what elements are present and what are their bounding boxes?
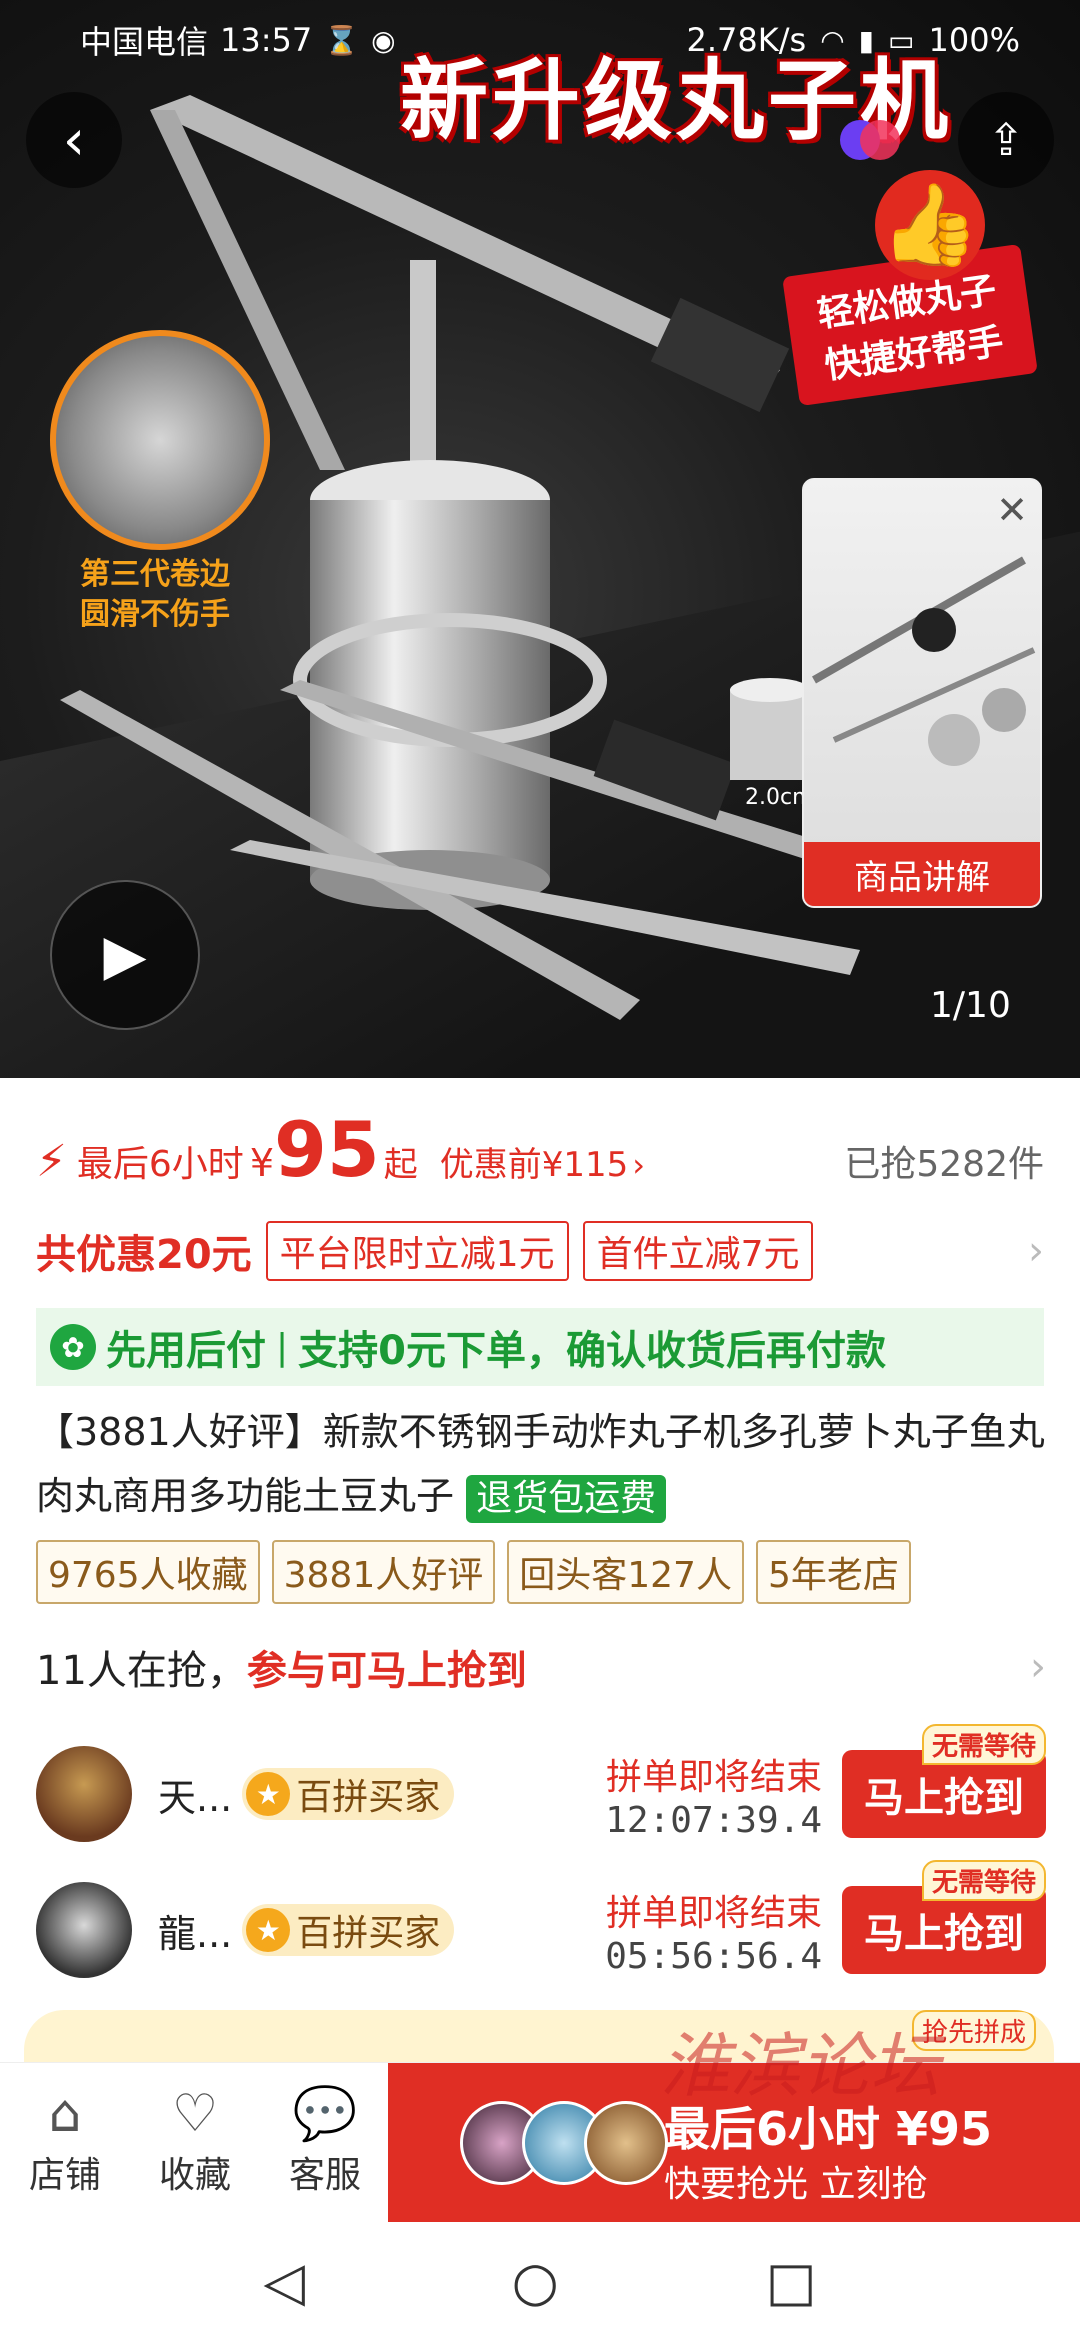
close-icon[interactable]: ✕ [996,488,1028,532]
avatar [36,1882,132,1978]
rim-zoom-caption: 第三代卷边 圆滑不伤手 [80,555,230,635]
price-row: ⚡ 最后6小时 ¥ 95 起 优惠前¥115 › 已抢5282件 [0,1112,1080,1202]
chat-icon: 💬 [292,2083,358,2144]
coupon-tag: 首件立减7元 [582,1221,814,1281]
no-wait-tag: 无需等待 [921,1860,1046,1901]
back-button[interactable]: ‹ [26,92,122,188]
service-label: 客服 [288,2154,361,2196]
nav-recents-icon[interactable]: □ [766,2250,817,2313]
network-speed: 2.78K/s [686,21,807,59]
tag-repeat-customers: 回头客127人 [507,1540,744,1604]
group-status: 拼单即将结束 05:56:56.4 [605,1884,822,1977]
customer-service-button[interactable]: 💬 客服 [260,2063,390,2222]
buy-urgency-label: 快要抢光 立刻抢 [664,2164,928,2205]
group-highlight: 参与可马上抢到 [246,1648,527,1694]
star-icon: ★ [246,1772,291,1816]
grab-now-button[interactable]: 无需等待 马上抢到 [842,1724,1046,1838]
chevron-right-icon: › [632,1146,646,1184]
product-explain-video[interactable]: ✕ 商品讲解 [802,478,1042,908]
pay-later-banner[interactable]: ✿ 先用后付 | 支持0元下单，确认收货后再付款 [36,1308,1044,1386]
group-count: 11人在抢， [36,1648,247,1694]
original-price[interactable]: 优惠前¥115 [440,1137,629,1186]
battery-level: 100% [928,21,1020,59]
price-prefix: 最后6小时 [76,1144,244,1185]
product-tags: 9765人收藏 3881人好评 回头客127人 5年老店 [36,1540,911,1604]
play-icon: ▶ [103,922,147,988]
favorite-label: 收藏 [158,2154,231,2196]
buyer-avatars [460,2101,668,2185]
no-wait-tag: 无需等待 [921,1724,1046,1765]
play-video-button[interactable]: ▶ [50,880,200,1030]
grab-now-label: 马上抢到 [864,1775,1024,1821]
live-icon[interactable] [830,100,910,180]
store-label: 店铺 [28,2154,101,2196]
share-button[interactable]: ⇪ [958,92,1054,188]
zoom-caption-line1: 第三代卷边 [80,557,230,592]
buyer-badge-label: 百拼买家 [296,1913,441,1954]
tag-good-reviews: 3881人好评 [271,1540,496,1604]
pay-later-desc: 支持0元下单，确认收货后再付款 [298,1328,886,1374]
zoom-caption-line2: 圆滑不伤手 [80,597,230,632]
product-title: 【3881人好评】新款不锈钢手动炸丸子机多孔萝卜丸子鱼丸肉丸商用多功能土豆丸子 … [36,1400,1046,1528]
carrier-label: 中国电信 [80,23,209,61]
avatar [36,1746,132,1842]
group-user-name: 龍... [158,1911,233,1956]
lightning-icon: ⚡ [36,1136,67,1187]
browser-icon: ◉ [371,23,396,57]
favorite-button[interactable]: ♡ 收藏 [130,2063,260,2222]
group-buy-header[interactable]: 11人在抢， 参与可马上抢到 › [36,1632,1046,1702]
buyer-badge: ★ 百拼买家 [242,1904,455,1956]
group-status-text: 拼单即将结束 [605,1892,822,1934]
rim-zoom-image [50,330,270,550]
status-bar: 中国电信 13:57 ⌛ ◉ 2.78K/s ◠ ▮ ▭ 100% [0,0,1080,80]
wifi-icon: ◠ [820,23,845,57]
price-value: 95 [274,1105,380,1194]
free-return-tag: 退货包运费 [466,1474,667,1523]
group-status-text: 拼单即将结束 [605,1756,822,1798]
store-button[interactable]: ⌂ 店铺 [0,2063,130,2222]
clock: 13:57 [220,21,313,59]
store-icon: ⌂ [48,2083,82,2144]
mini-video-thumbnail [812,556,1036,766]
discount-total: 共优惠20元 [36,1232,252,1278]
tag-favorites: 9765人收藏 [36,1540,260,1604]
group-countdown: 12:07:39.4 [605,1799,822,1841]
nav-home-icon[interactable]: ○ [512,2250,559,2313]
forum-watermark: 淮滨论坛 [660,2025,940,2107]
grab-now-button[interactable]: 无需等待 马上抢到 [842,1860,1046,1974]
pay-later-icon: ✿ [50,1324,96,1370]
group-status: 拼单即将结束 12:07:39.4 [605,1748,822,1841]
battery-icon: ▭ [888,23,915,57]
currency-symbol: ¥ [249,1141,274,1185]
hourglass-icon: ⌛ [324,23,360,57]
divider: | [276,1326,289,1368]
product-image-carousel[interactable]: 第三代卷边 圆滑不伤手 2.0cm 新升级丸子机 👍 轻松做丸子 快捷好帮手 中… [0,0,1080,1078]
chevron-left-icon: ‹ [62,107,86,173]
discount-row[interactable]: 共优惠20元 平台限时立减1元 首件立减7元 › [0,1218,1080,1284]
grab-now-label: 马上抢到 [864,1911,1024,1957]
heart-icon: ♡ [171,2083,219,2144]
system-nav-bar: ◁ ○ □ [0,2222,1080,2340]
image-page-counter: 1/10 [930,985,1011,1026]
sold-count: 已抢5282件 [844,1144,1044,1185]
signal-icon: ▮ [858,23,875,57]
product-explain-label: 商品讲解 [804,842,1040,906]
group-countdown: 05:56:56.4 [605,1935,822,1977]
pay-later-title: 先用后付 [106,1328,266,1374]
coupon-tag: 平台限时立减1元 [265,1221,569,1281]
price-suffix: 起 [383,1145,418,1185]
group-row: 天... ★ 百拼买家 拼单即将结束 12:07:39.4 无需等待 马上抢到 [36,1724,1046,1854]
group-row: 龍... ★ 百拼买家 拼单即将结束 05:56:56.4 无需等待 马上抢到 [36,1860,1046,1990]
buyer-badge-label: 百拼买家 [296,1777,441,1818]
thumbs-up-icon: 👍 [875,170,985,280]
group-user-name: 天... [158,1775,233,1820]
buyer-badge: ★ 百拼买家 [242,1768,455,1820]
chevron-right-icon: › [1030,1644,1046,1690]
overlapping-circles-icon [840,120,900,160]
tag-store-age: 5年老店 [755,1540,911,1604]
share-icon: ⇪ [987,114,1025,166]
chevron-right-icon: › [1028,1228,1044,1274]
nav-back-icon[interactable]: ◁ [263,2250,305,2313]
star-icon: ★ [246,1908,291,1952]
